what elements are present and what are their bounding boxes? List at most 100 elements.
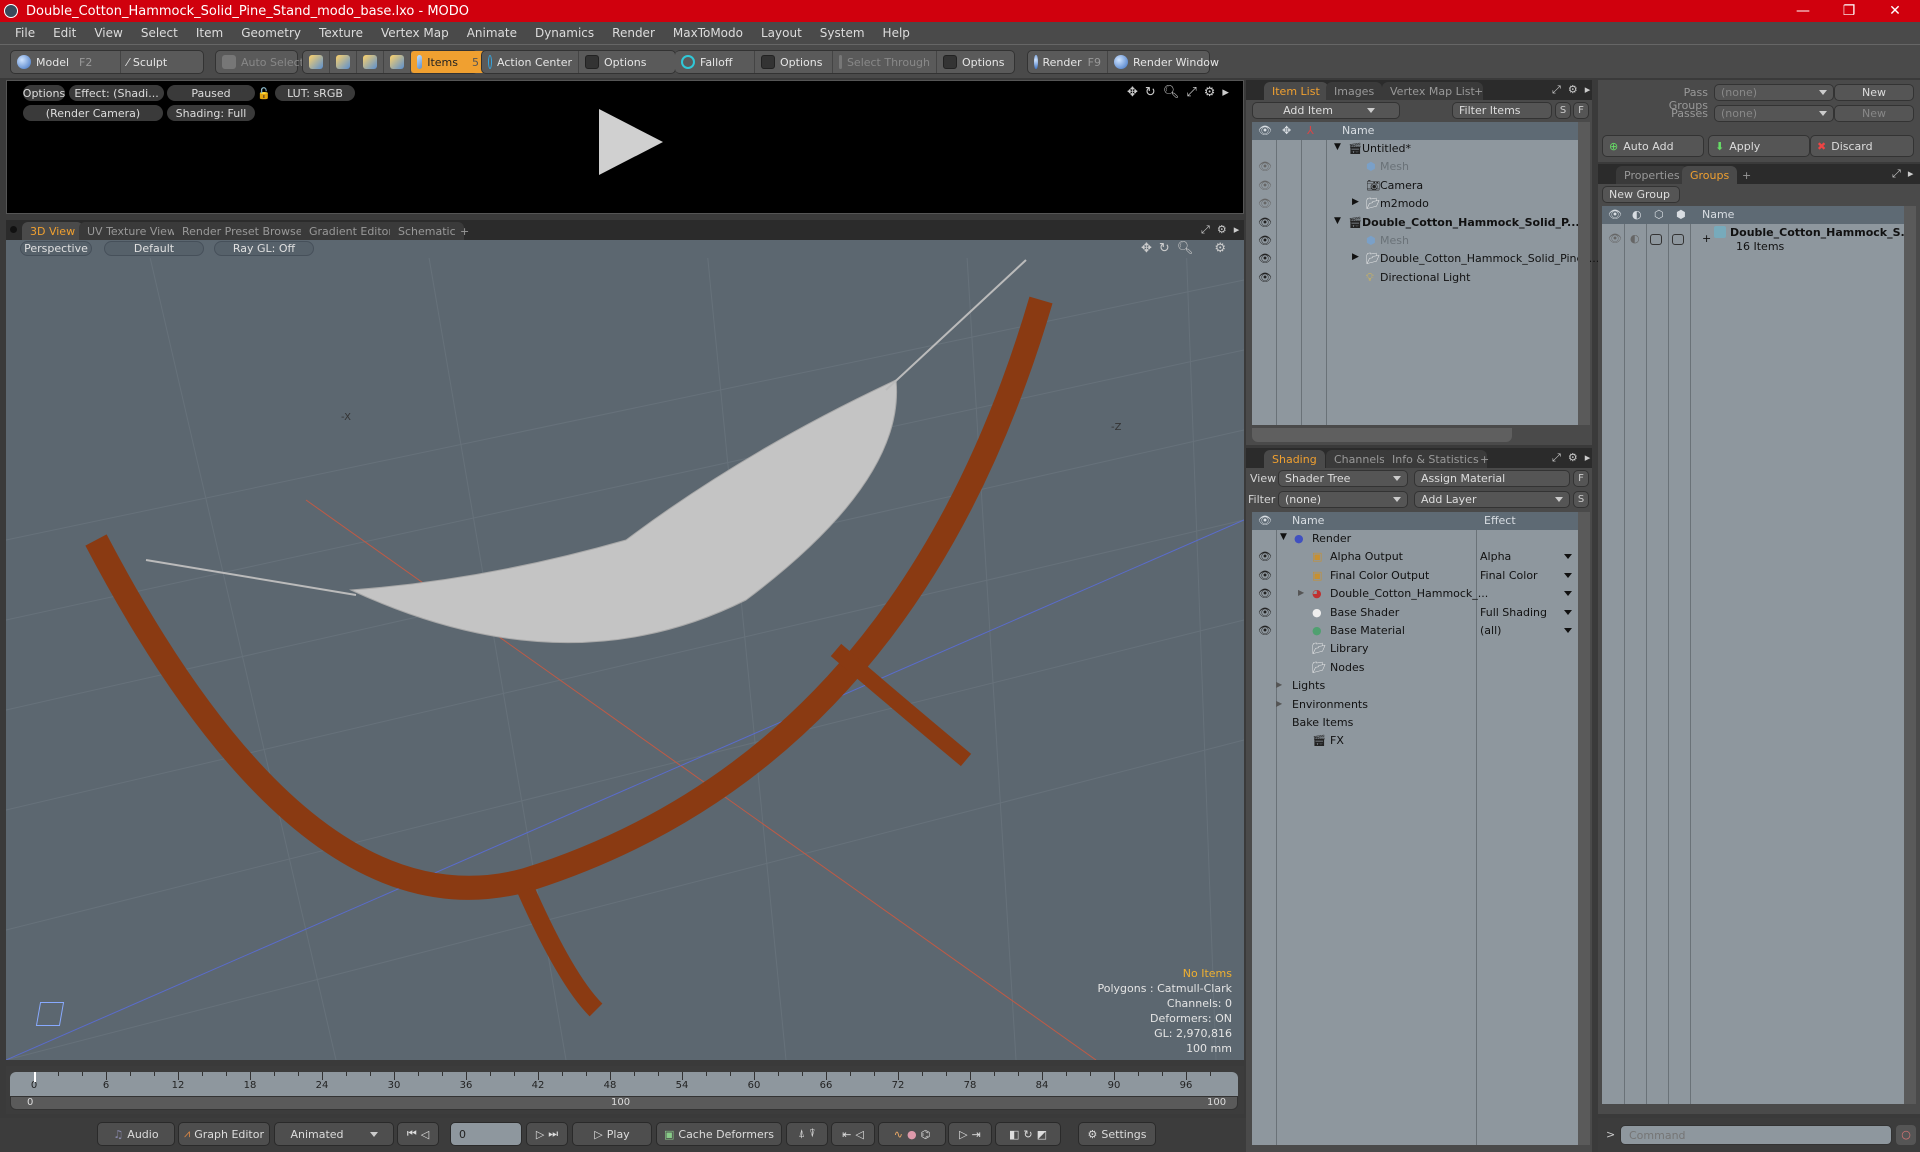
shading-s-button[interactable]: S [1573,491,1589,508]
search-s-button[interactable]: S [1555,102,1571,119]
timeline-ruler[interactable]: 0 6 12 18 24 30 36 42 48 54 60 66 72 78 84 90 96 [10,1072,1238,1096]
shading-dropdown[interactable]: Shading: Full [167,105,255,121]
eye-icon[interactable]: 👁︎ [1258,624,1272,637]
add-tab-button[interactable]: + [1472,450,1497,468]
maximize-icon[interactable]: ⤢ [1201,223,1210,237]
render-camera-dropdown[interactable]: (Render Camera) [23,105,163,121]
filter-f-button[interactable]: F [1573,102,1589,119]
next-key-icon[interactable]: ▷ [959,1128,967,1141]
discard-button[interactable]: ✖ Discard [1810,135,1914,157]
menu-layout[interactable]: Layout [752,26,811,40]
eye-icon[interactable]: 👁︎ [1258,252,1272,265]
raygl-toggle[interactable]: Ray GL: Off [214,241,314,256]
menu-file[interactable]: File [6,26,44,40]
model-mode-button[interactable]: Model F2 [11,51,121,73]
filter-items-input[interactable]: Filter Items [1452,102,1552,119]
expand-arrow-icon[interactable]: ▶ [1276,699,1282,708]
shader-row[interactable]: 👁︎ ● Base Material (all) [1252,622,1578,640]
rotate-icon[interactable]: ↻ [1159,241,1170,256]
group-row[interactable]: 👁︎ ◐ + Double_Cotton_Hammock_S... 16 Ite… [1602,224,1913,256]
lock-checkbox[interactable] [1650,234,1662,245]
eye-icon[interactable]: 👁︎ [1258,550,1272,563]
item-row[interactable]: 👁︎ ⬢ Mesh [1252,158,1578,176]
new-pass-button[interactable]: New [1834,105,1914,122]
apply-button[interactable]: ⬇ Apply [1708,135,1810,157]
lut-dropdown[interactable]: LUT: sRGB [275,85,355,101]
skip-start-icon[interactable]: ⏮ [407,1127,417,1141]
vertices-mode-button[interactable] [303,51,330,73]
prev-frame-icon[interactable]: ◁ [421,1128,429,1141]
tab-gradient-editor[interactable]: Gradient Editor [301,222,401,240]
collapse-arrow-icon[interactable]: ▼ [1280,532,1287,542]
auto-select-button[interactable]: Auto Select [216,51,310,73]
items-mode-button[interactable]: Items 5 [411,51,485,73]
maximize-icon[interactable]: ⤢ [1552,451,1561,465]
frame-input[interactable]: 0 [450,1122,522,1146]
collapse-arrow-icon[interactable]: ▼ [1334,142,1341,152]
shader-row[interactable]: 📂︎ Library [1252,640,1578,658]
cache-deformers-button[interactable]: ▣ Cache Deformers [656,1122,782,1146]
tab-item-list[interactable]: Item List [1264,82,1328,100]
menu-edit[interactable]: Edit [44,26,85,40]
menu-select[interactable]: Select [132,26,187,40]
item-row[interactable]: 👁︎ ⬢ Mesh [1252,232,1578,250]
passes-dropdown[interactable]: (none) [1714,105,1834,122]
skip-end-icon[interactable]: ⏭ [548,1127,558,1141]
item-list-scrollbar[interactable] [1578,122,1590,425]
auto-add-button[interactable]: ⊕ Auto Add [1602,135,1704,157]
render-window-button[interactable]: Render Window [1108,51,1225,73]
default-dropdown[interactable]: Default [104,241,204,256]
auto-key-icon[interactable]: ⌬ [921,1128,931,1141]
graph-editor-button[interactable]: ⩘ Graph Editor [178,1122,270,1146]
falloff-button[interactable]: Falloff [675,51,755,73]
effect-dropdown-arrow-icon[interactable] [1564,591,1572,597]
item-row[interactable]: ▼ 🎬︎ Untitled* [1252,140,1578,158]
tab-shading[interactable]: Shading [1264,450,1325,468]
view-dropdown[interactable]: Shader Tree [1278,470,1408,487]
eye-icon[interactable]: 👁︎ [1258,197,1272,210]
eye-icon[interactable]: 👁︎ [1258,271,1272,284]
gear-icon[interactable]: ⚙ [1217,223,1227,237]
arrow-right-icon[interactable]: ▸ [1908,167,1914,181]
paused-toggle[interactable]: Paused [167,85,255,101]
gear-icon[interactable]: ⚙ [1204,85,1216,100]
shader-tree-scrollbar[interactable] [1578,512,1590,1145]
eye-icon[interactable]: 👁︎ [1608,232,1622,245]
materials-mode-button[interactable] [384,51,411,73]
menu-texture[interactable]: Texture [310,26,372,40]
groups-scrollbar[interactable] [1904,206,1916,1104]
expand-icon[interactable]: + [1702,232,1711,245]
add-item-button[interactable]: Add Item [1252,102,1400,119]
render-options-button[interactable]: Options [23,85,65,101]
settings-button[interactable]: ⚙ Settings [1078,1122,1156,1146]
action-center-options-button[interactable]: Options [579,51,652,73]
edges-mode-button[interactable] [330,51,357,73]
play-button[interactable]: ▷ Play [572,1122,652,1146]
shader-row[interactable]: ▶ Lights [1252,677,1578,695]
prev-key-buttons[interactable]: ⇤ ◁ [831,1122,875,1146]
sculpt-button[interactable]: ⁄ Sculpt [121,51,173,73]
shader-row[interactable]: Bake Items [1252,714,1578,732]
eye-icon[interactable]: 👁︎ [1258,179,1272,192]
audio-button[interactable]: ♫ Audio [97,1122,175,1146]
shader-row[interactable]: 👁︎ ▣ Alpha Output Alpha [1252,548,1578,566]
first-frame-prev-key-buttons[interactable]: ⏮ ◁ [397,1122,439,1146]
record-macro-icon[interactable]: ○ [1896,1125,1916,1145]
menu-vertex-map[interactable]: Vertex Map [372,26,458,40]
prev-key-icon[interactable]: ◁ [855,1128,863,1141]
pass-groups-dropdown[interactable]: (none) [1714,84,1834,101]
pan-icon[interactable]: ✥ [1127,85,1138,100]
zoom-icon[interactable]: 🔍︎ [1163,85,1180,100]
gear-icon[interactable]: ⚙ [1568,451,1578,465]
shader-row[interactable]: 📂︎ Nodes [1252,659,1578,677]
effect-dropdown[interactable]: Effect: (Shadi... [69,85,164,101]
maximize-icon[interactable]: ⤢ [1186,85,1196,100]
shader-row[interactable]: 👁︎ ● Base Shader Full Shading [1252,604,1578,622]
close-button[interactable]: ✕ [1872,0,1918,22]
polygons-mode-button[interactable] [357,51,384,73]
item-list-hscrollbar[interactable] [1252,428,1512,442]
filter-dropdown[interactable]: (none) [1278,491,1408,508]
effect-value[interactable]: Full Shading [1480,606,1547,619]
new-pass-group-button[interactable]: New [1834,84,1914,101]
expand-arrow-icon[interactable]: ▶ [1276,680,1282,689]
